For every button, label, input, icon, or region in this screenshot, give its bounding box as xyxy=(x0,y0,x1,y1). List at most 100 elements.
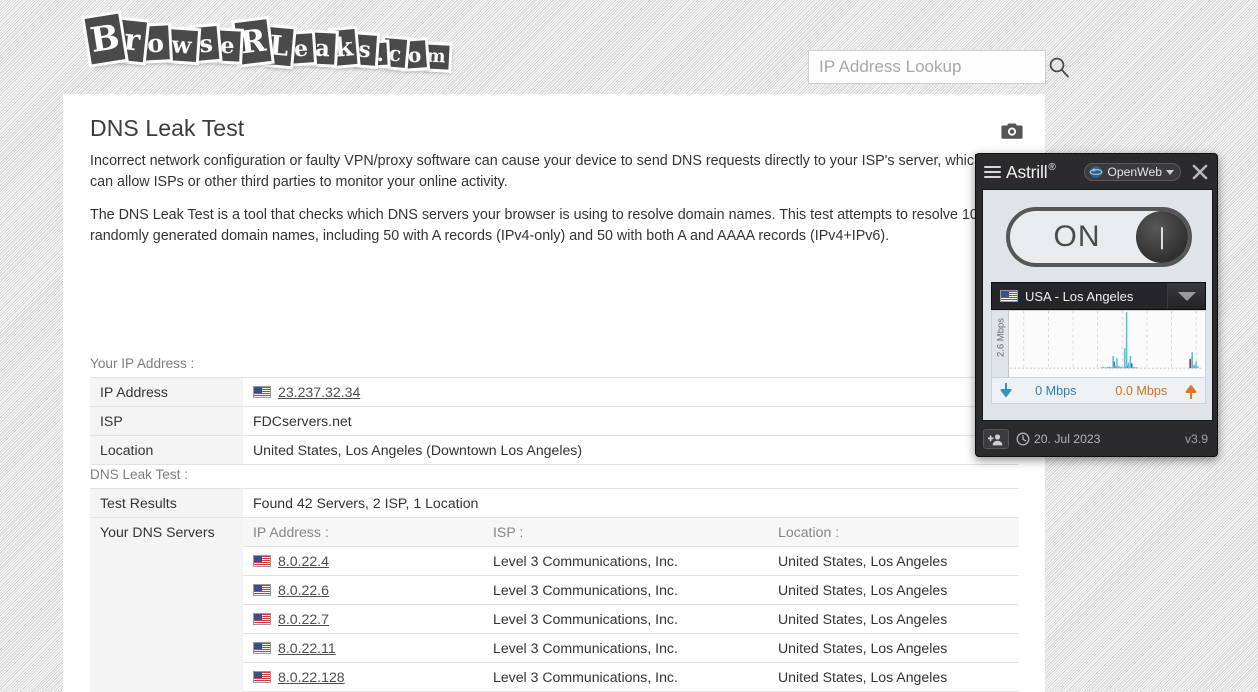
location-cell: United States, Los Angeles xyxy=(768,575,1019,605)
ip-address-link[interactable]: 8.0.22.6 xyxy=(278,582,329,598)
graph-bar xyxy=(1131,366,1134,369)
ip-address-link[interactable]: 8.0.22.128 xyxy=(278,669,345,685)
column-header: Location : xyxy=(768,517,1019,547)
hamburger-menu-icon[interactable] xyxy=(984,165,1001,179)
ip-address-link[interactable]: 8.0.22.7 xyxy=(278,611,329,627)
us-flag-icon xyxy=(253,642,271,654)
graph-bar xyxy=(1135,367,1138,369)
bandwidth-graph: 2.6 Mbps xyxy=(991,310,1206,378)
isp-cell: Level 3 Communications, Inc. xyxy=(483,604,768,634)
us-flag-icon xyxy=(253,555,271,567)
row-value: United States, Los Angeles (Downtown Los… xyxy=(243,435,1019,465)
add-user-icon xyxy=(988,433,1003,445)
location-cell: United States, Los Angeles xyxy=(768,604,1019,634)
location-cell: United States, Los Angeles xyxy=(768,633,1019,663)
chevron-down-icon xyxy=(1177,291,1196,301)
screenshot-button[interactable] xyxy=(1001,121,1023,140)
row-label: ISP xyxy=(90,406,243,436)
server-name-label: USA - Los Angeles xyxy=(1025,288,1134,304)
registered-mark-icon: ® xyxy=(1048,161,1056,173)
site-header: BrowseRLeaks.com xyxy=(0,0,1258,95)
ip-address-cell: 8.0.22.6 xyxy=(243,575,483,605)
content-card: DNS Leak Test Incorrect network configur… xyxy=(63,94,1045,692)
graph-bar xyxy=(1121,367,1124,369)
vpn-power-toggle[interactable]: ON ❘ xyxy=(1006,207,1192,267)
ip-address-link[interactable]: 23.237.32.34 xyxy=(278,384,360,400)
table-row: ISP FDCservers.net xyxy=(90,406,1019,436)
graph-bar xyxy=(1195,361,1197,369)
server-dropdown-button[interactable] xyxy=(1167,283,1205,309)
version-label: v3.9 xyxy=(1184,432,1208,446)
graph-bar xyxy=(1110,367,1112,369)
graph-bar xyxy=(1100,367,1103,369)
location-cell: United States, Los Angeles xyxy=(768,662,1019,692)
ip-address-cell: 23.237.32.34 xyxy=(243,377,1019,407)
protocol-label: OpenWeb xyxy=(1107,165,1162,179)
graph-bar xyxy=(1118,365,1120,369)
graph-y-axis: 2.6 Mbps xyxy=(992,311,1009,377)
protocol-dropdown[interactable]: OpenWeb xyxy=(1084,163,1181,181)
download-arrow-icon xyxy=(1000,382,1012,397)
footer-date-text: 20. Jul 2023 xyxy=(1034,432,1101,446)
close-icon xyxy=(1192,164,1208,180)
graph-bar xyxy=(1193,364,1195,369)
upload-speed-value: 0.0 Mbps xyxy=(1115,383,1168,398)
table-row: IP Address 23.237.32.34 xyxy=(90,377,1019,407)
search-box[interactable] xyxy=(808,50,1069,84)
intro-paragraph-2: The DNS Leak Test is a tool that checks … xyxy=(90,207,986,244)
add-user-button[interactable] xyxy=(983,429,1009,449)
us-flag-icon xyxy=(253,386,271,398)
vpn-power-state: ON xyxy=(1053,220,1101,253)
table-header-row: Your DNS Servers IP Address : ISP : Locatio… xyxy=(90,517,1019,692)
globe-icon xyxy=(1089,166,1103,178)
graph-bar xyxy=(1108,366,1111,369)
ip-address-cell: 8.0.22.128 xyxy=(243,662,483,692)
graph-bar xyxy=(1129,356,1132,369)
test-results-value: Found 42 Servers, 2 ISP, 1 Location xyxy=(243,488,1019,518)
astrill-body: ON ❘ USA - Los Angeles 2.6 Mbps 0 Mbps 0… xyxy=(982,189,1213,421)
us-flag-icon xyxy=(253,671,271,683)
site-logo[interactable]: BrowseRLeaks.com xyxy=(84,12,488,82)
chevron-down-icon xyxy=(1166,169,1174,175)
intro-paragraph-1: Incorrect network configuration or fault… xyxy=(90,153,982,190)
graph-bar xyxy=(1197,366,1199,369)
last-connected-date: 20. Jul 2023 xyxy=(1016,432,1100,446)
column-header: ISP : xyxy=(483,517,768,547)
row-label: IP Address xyxy=(90,377,243,407)
server-selector[interactable]: USA - Los Angeles xyxy=(991,282,1206,310)
row-value: FDCservers.net xyxy=(243,406,1019,436)
logo-letter: w xyxy=(164,28,199,63)
graph-bar xyxy=(1112,356,1114,369)
row-label: Test Results xyxy=(90,488,243,518)
table-row: Test Results Found 42 Servers, 2 ISP, 1 L… xyxy=(90,488,1019,518)
ip-address-link[interactable]: 8.0.22.11 xyxy=(278,640,336,656)
astrill-footer: 20. Jul 2023 v3.9 xyxy=(976,422,1217,456)
us-flag-icon xyxy=(253,613,271,625)
close-button[interactable] xyxy=(1189,161,1211,183)
graph-bar xyxy=(1114,365,1116,369)
ip-address-cell: 8.0.22.4 xyxy=(243,546,483,576)
graph-bar xyxy=(1116,358,1118,369)
ip-address-link[interactable]: 8.0.22.4 xyxy=(278,553,329,569)
graph-bar xyxy=(1191,352,1194,369)
speed-bar: 0 Mbps 0.0 Mbps xyxy=(991,378,1206,404)
dns-section-label: DNS Leak Test : xyxy=(90,467,188,482)
bandwidth-graph-plot xyxy=(1010,311,1204,369)
isp-cell: Level 3 Communications, Inc. xyxy=(483,546,768,576)
graph-bar xyxy=(1120,366,1122,369)
ip-section-label: Your IP Address : xyxy=(90,356,195,371)
isp-cell: Level 3 Communications, Inc. xyxy=(483,633,768,663)
download-speed-value: 0 Mbps xyxy=(1035,383,1077,398)
graph-bar xyxy=(1104,367,1107,369)
camera-icon xyxy=(1001,123,1023,139)
vpn-power-knob[interactable]: ❘ xyxy=(1136,211,1188,263)
search-input[interactable] xyxy=(809,51,1048,83)
astrill-brand: Astrill ® xyxy=(1006,162,1056,183)
graph-bar xyxy=(1133,367,1136,369)
ip-address-cell: 8.0.22.11 xyxy=(243,633,483,663)
isp-cell: Level 3 Communications, Inc. xyxy=(483,662,768,692)
us-flag-icon xyxy=(253,584,271,596)
clock-icon xyxy=(1016,432,1030,446)
graph-bar xyxy=(1189,358,1191,369)
search-button[interactable] xyxy=(1048,51,1070,83)
